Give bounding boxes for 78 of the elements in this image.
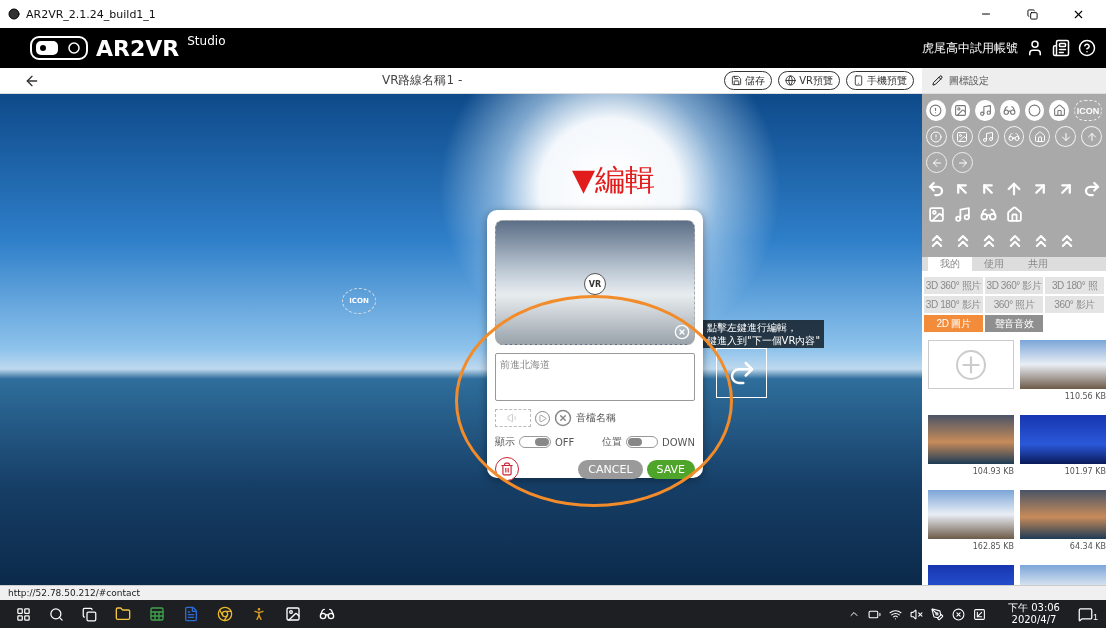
file-size: 110.56 KB <box>1064 391 1106 403</box>
windows-start-icon[interactable] <box>16 606 31 622</box>
search-icon[interactable] <box>49 606 64 622</box>
ring-icon[interactable] <box>1024 100 1045 121</box>
category-button[interactable]: 聲音音效 <box>984 315 1044 332</box>
tooltip-text: 點擊左鍵進行編輯， <box>707 321 798 334</box>
panel-tab[interactable]: 我的 <box>928 257 972 271</box>
audio-slot[interactable] <box>495 409 531 427</box>
pen-icon[interactable] <box>931 607 944 621</box>
file-size: 162.85 KB <box>972 541 1014 553</box>
vr-badge: VR <box>584 273 606 295</box>
delete-button[interactable] <box>495 457 519 481</box>
music-note-icon[interactable] <box>975 100 995 121</box>
toolbar-button[interactable]: 手機預覽 <box>846 71 914 90</box>
file-size: 104.93 KB <box>972 466 1014 478</box>
exclamation-icon[interactable] <box>926 100 946 121</box>
remove-audio-button[interactable] <box>554 409 572 427</box>
toggle-switch[interactable] <box>519 436 551 448</box>
route-name: VR路線名稱1 - <box>380 72 464 89</box>
toolbar-button[interactable]: 儲存 <box>724 71 773 90</box>
globe-icon <box>785 75 797 86</box>
plus-icon <box>956 349 986 380</box>
description-field[interactable]: 前進北海道 <box>495 353 695 401</box>
category-button[interactable]: 2D 圖片 <box>924 315 983 332</box>
panel-tab[interactable]: 共用 <box>1016 257 1060 271</box>
logo-icon <box>30 36 88 60</box>
save-button[interactable]: SAVE <box>646 459 695 479</box>
photo-placeholder[interactable] <box>928 415 1014 464</box>
brand-name: AR2VR <box>96 35 180 61</box>
vr-app-icon[interactable] <box>319 606 335 622</box>
task-view-icon[interactable] <box>82 606 97 622</box>
cancel-button[interactable]: CANCEL <box>578 459 643 479</box>
toggle-label: 顯示 <box>495 435 515 449</box>
photo-placeholder[interactable] <box>928 490 1014 539</box>
brand-suffix: Studio <box>187 34 226 48</box>
file-size: 101.97 KB <box>1064 466 1106 478</box>
status-url: http://52.78.50.212/#contact <box>8 588 140 598</box>
remove-photo-button[interactable] <box>674 324 690 340</box>
toggle-state: DOWN <box>662 436 695 448</box>
close-circle-icon[interactable] <box>952 607 965 621</box>
clock[interactable]: 下午 03:06 2020/4/7 <box>1008 602 1060 626</box>
file-size: 64.34 KB <box>1069 541 1106 553</box>
photo-placeholder[interactable] <box>1020 490 1106 539</box>
clock-date: 2020/4/7 <box>1011 614 1057 626</box>
wifi-icon[interactable] <box>889 607 902 621</box>
toggle-state: OFF <box>555 436 575 448</box>
audio-name: 音檔名稱 <box>576 411 616 425</box>
panel-title: 圖標設定 <box>949 73 989 88</box>
music-note-icon[interactable] <box>952 204 973 225</box>
mute-icon[interactable] <box>910 607 923 621</box>
user-icon[interactable] <box>1026 39 1044 57</box>
toggle-label: 位置 <box>602 435 623 449</box>
clock-time: 下午 03:06 <box>1008 602 1060 614</box>
home-icon[interactable] <box>1004 204 1025 225</box>
spreadsheet-icon[interactable] <box>149 606 165 622</box>
document-icon[interactable] <box>1052 39 1070 57</box>
toggle-switch[interactable] <box>626 436 659 448</box>
glasses-icon[interactable] <box>999 100 1020 121</box>
annotation-label: ▼編輯 <box>572 161 656 199</box>
home-icon[interactable] <box>1049 100 1069 121</box>
folder-icon[interactable] <box>115 606 131 622</box>
restore-icon <box>1026 8 1038 20</box>
help-icon[interactable] <box>1078 39 1096 57</box>
panel-tab[interactable]: 使用 <box>972 257 1016 271</box>
square-icon[interactable] <box>973 607 986 621</box>
toolbar-button[interactable]: VR預覽 <box>778 71 840 90</box>
phone-icon <box>853 75 864 86</box>
trash-icon <box>500 462 514 476</box>
selected-hotspot[interactable] <box>716 348 767 398</box>
photo-placeholder[interactable] <box>1020 340 1106 389</box>
app-icon <box>8 8 20 20</box>
browser-icon[interactable] <box>217 606 233 622</box>
speaker-icon <box>507 412 519 424</box>
account-name: 虎尾高中試用帳號 <box>922 39 1018 57</box>
pencil-icon <box>932 75 943 86</box>
window-title: AR2VR_2.1.24_build1_1 <box>26 7 157 21</box>
photo-placeholder[interactable] <box>1020 415 1106 464</box>
person-icon[interactable] <box>251 606 267 622</box>
